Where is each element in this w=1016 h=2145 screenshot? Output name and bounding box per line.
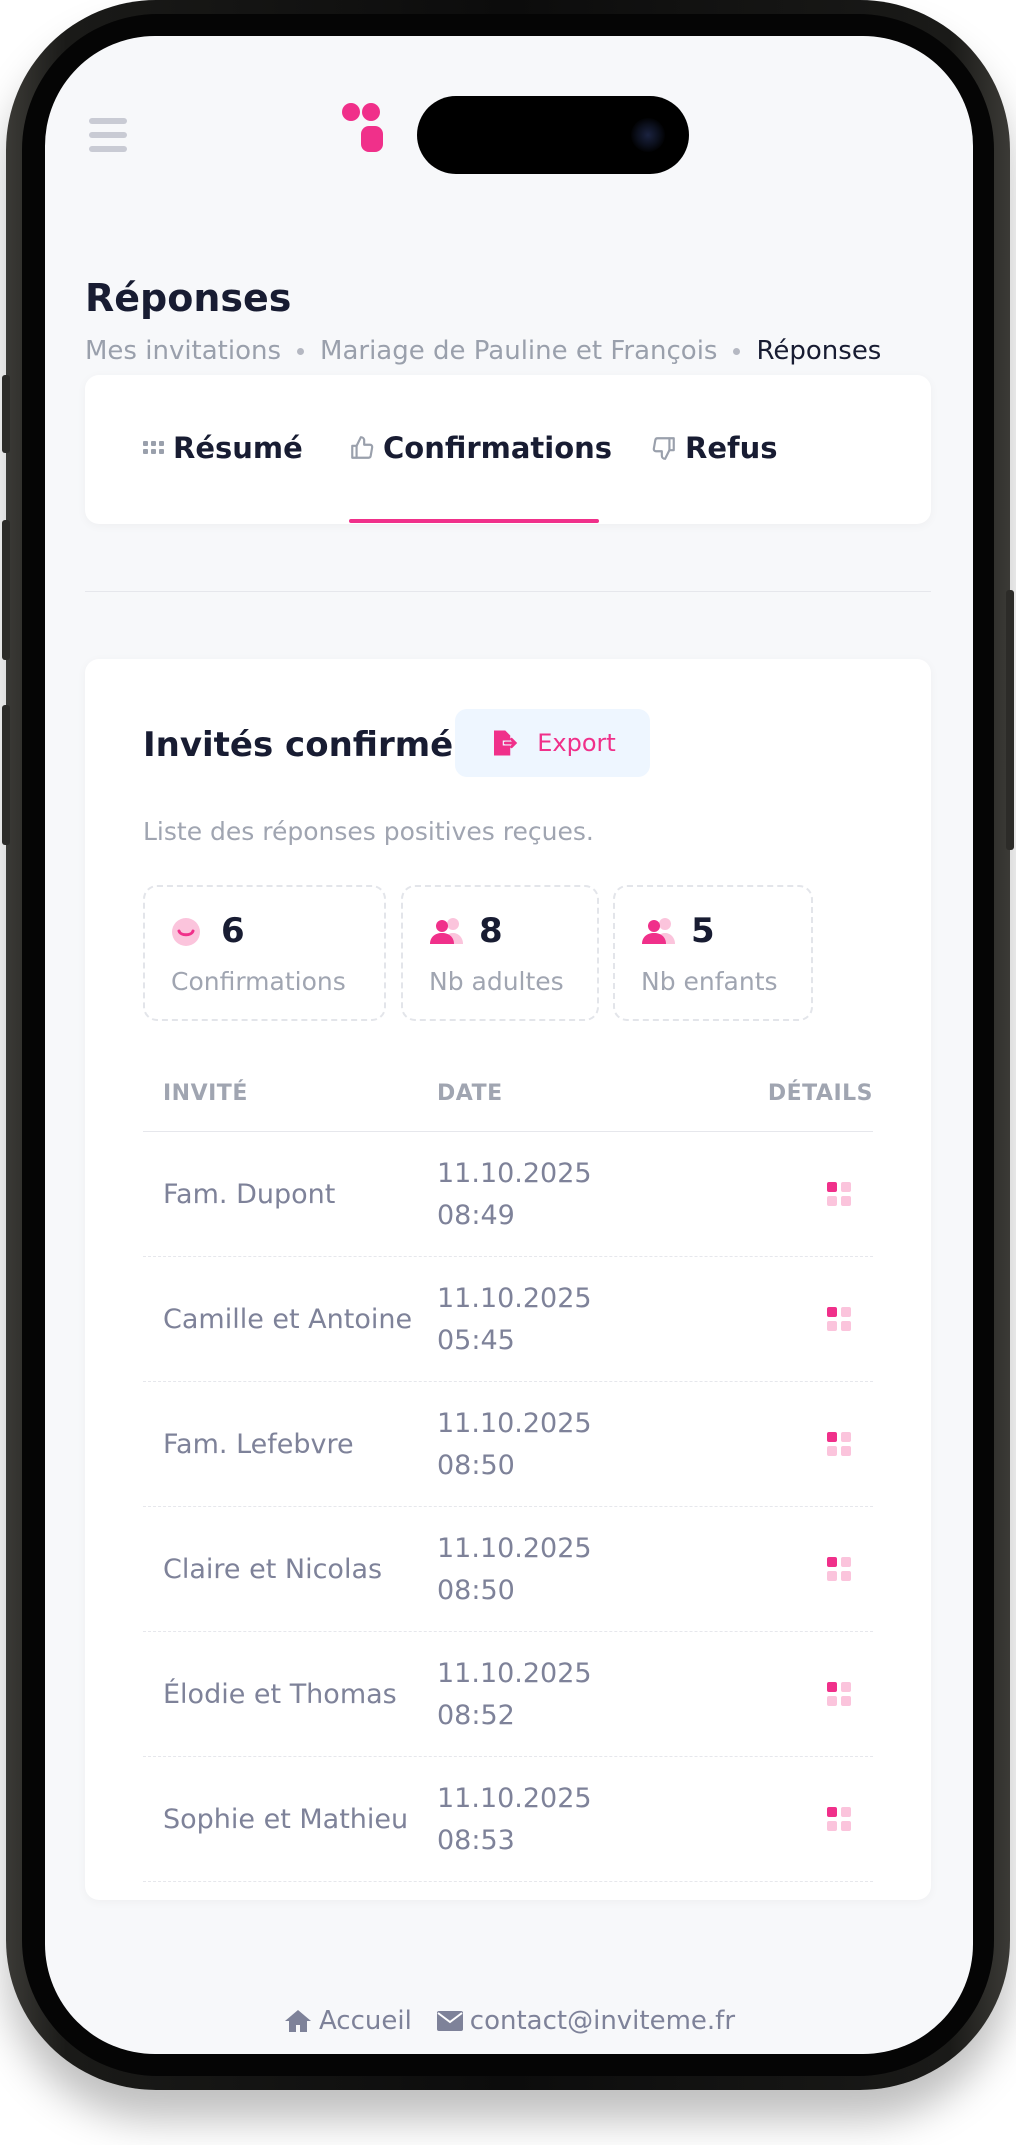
- thumbs-down-icon: [652, 437, 675, 460]
- users-icon: [642, 918, 675, 944]
- tab-label: Confirmations: [383, 431, 613, 465]
- response-date: 11.10.2025 08:50: [437, 1532, 592, 1606]
- email-label: contact@inviteme.fr: [469, 2006, 736, 2036]
- breadcrumb-separator: [733, 348, 741, 355]
- guest-name: Fam. Lefebvre: [163, 1428, 354, 1460]
- table-row: Claire et Nicolas 11.10.2025 08:50: [143, 1507, 873, 1632]
- tab-label: Résumé: [173, 431, 303, 465]
- details-icon[interactable]: [827, 1432, 853, 1458]
- export-label: Export: [537, 729, 616, 757]
- guest-name: Claire et Nicolas: [163, 1553, 383, 1585]
- footer-home-link[interactable]: Accueil: [283, 2006, 412, 2036]
- details-icon[interactable]: [827, 1557, 853, 1583]
- stat-label: Nb adultes: [429, 967, 564, 996]
- tab-refus[interactable]: Refus: [651, 431, 778, 465]
- guest-name: Sophie et Mathieu: [163, 1803, 409, 1835]
- response-date: 11.10.2025 08:49: [437, 1157, 592, 1231]
- home-icon: [284, 2010, 311, 2032]
- users-icon: [430, 918, 463, 944]
- app-logo: [342, 103, 383, 152]
- breadcrumb-current: Réponses: [756, 336, 882, 366]
- phone-side-button: [1006, 590, 1014, 850]
- details-icon[interactable]: [827, 1307, 853, 1333]
- grid-icon: [143, 441, 164, 454]
- confirmed-guests-card: Invités confirmés Export Liste des répon…: [85, 659, 931, 1900]
- column-header-guest[interactable]: INVITÉ: [163, 1081, 248, 1106]
- column-header-details: DÉTAILS: [767, 1081, 873, 1106]
- menu-icon[interactable]: [89, 118, 127, 152]
- response-date: 11.10.2025 08:53: [437, 1782, 592, 1856]
- dynamic-island: [417, 96, 689, 174]
- app-screen: Réponses Mes invitations Mariage de Pauli…: [45, 36, 973, 2054]
- home-label: Accueil: [318, 2006, 412, 2036]
- breadcrumb-item[interactable]: Mariage de Pauline et François: [320, 336, 717, 366]
- tab-label: Refus: [685, 431, 778, 465]
- camera-icon: [631, 118, 665, 152]
- details-icon[interactable]: [827, 1807, 853, 1833]
- stat-value: 8: [479, 911, 503, 951]
- response-date: 11.10.2025 08:50: [437, 1407, 592, 1481]
- active-tab-indicator: [349, 519, 599, 523]
- stat-adults: 8 Nb adultes: [401, 885, 599, 1021]
- breadcrumb-item[interactable]: Mes invitations: [85, 336, 281, 366]
- page-title: Réponses: [85, 276, 292, 320]
- details-icon[interactable]: [827, 1182, 853, 1208]
- export-icon: [494, 730, 518, 756]
- tab-confirmations[interactable]: Confirmations: [349, 431, 612, 465]
- breadcrumb: Mes invitations Mariage de Pauline et Fra…: [85, 336, 881, 366]
- card-subtitle: Liste des réponses positives reçues.: [143, 817, 594, 846]
- guest-name: Camille et Antoine: [163, 1303, 413, 1335]
- guest-name: Élodie et Thomas: [163, 1678, 397, 1710]
- envelope-icon: [436, 2011, 463, 2031]
- response-date: 11.10.2025 08:52: [437, 1657, 592, 1731]
- table-row: Élodie et Thomas 11.10.2025 08:52: [143, 1632, 873, 1757]
- guest-name: Fam. Dupont: [163, 1178, 336, 1210]
- stat-label: Confirmations: [171, 967, 346, 996]
- table-row: Camille et Antoine 11.10.2025 05:45: [143, 1257, 873, 1382]
- phone-side-button: [2, 705, 10, 845]
- stat-value: 6: [221, 911, 245, 951]
- response-date: 11.10.2025 05:45: [437, 1282, 592, 1356]
- stat-confirmations: 6 Confirmations: [143, 885, 386, 1021]
- phone-side-button: [2, 520, 10, 660]
- stat-label: Nb enfants: [641, 967, 778, 996]
- section-divider: [85, 591, 931, 592]
- stat-children: 5 Nb enfants: [613, 885, 813, 1021]
- stat-value: 5: [691, 911, 715, 951]
- footer-email-link[interactable]: contact@inviteme.fr: [436, 2006, 735, 2036]
- thumbs-up-icon: [351, 436, 374, 459]
- tabs-card: Résumé Confirmations Refus: [85, 375, 931, 524]
- table-row: Fam. Lefebvre 11.10.2025 08:50: [143, 1382, 873, 1507]
- export-button[interactable]: Export: [455, 709, 650, 777]
- card-title: Invités confirmés: [143, 725, 474, 765]
- details-icon[interactable]: [827, 1682, 853, 1708]
- tab-resume[interactable]: Résumé: [143, 431, 303, 465]
- table-row: Fam. Dupont 11.10.2025 08:49: [143, 1132, 873, 1257]
- breadcrumb-separator: [297, 348, 305, 355]
- smile-icon: [172, 918, 200, 946]
- phone-side-button: [2, 375, 10, 453]
- column-header-date[interactable]: DATE: [437, 1081, 503, 1106]
- footer: Accueil contact@inviteme.fr: [45, 2006, 973, 2036]
- table-row: Sophie et Mathieu 11.10.2025 08:53: [143, 1757, 873, 1882]
